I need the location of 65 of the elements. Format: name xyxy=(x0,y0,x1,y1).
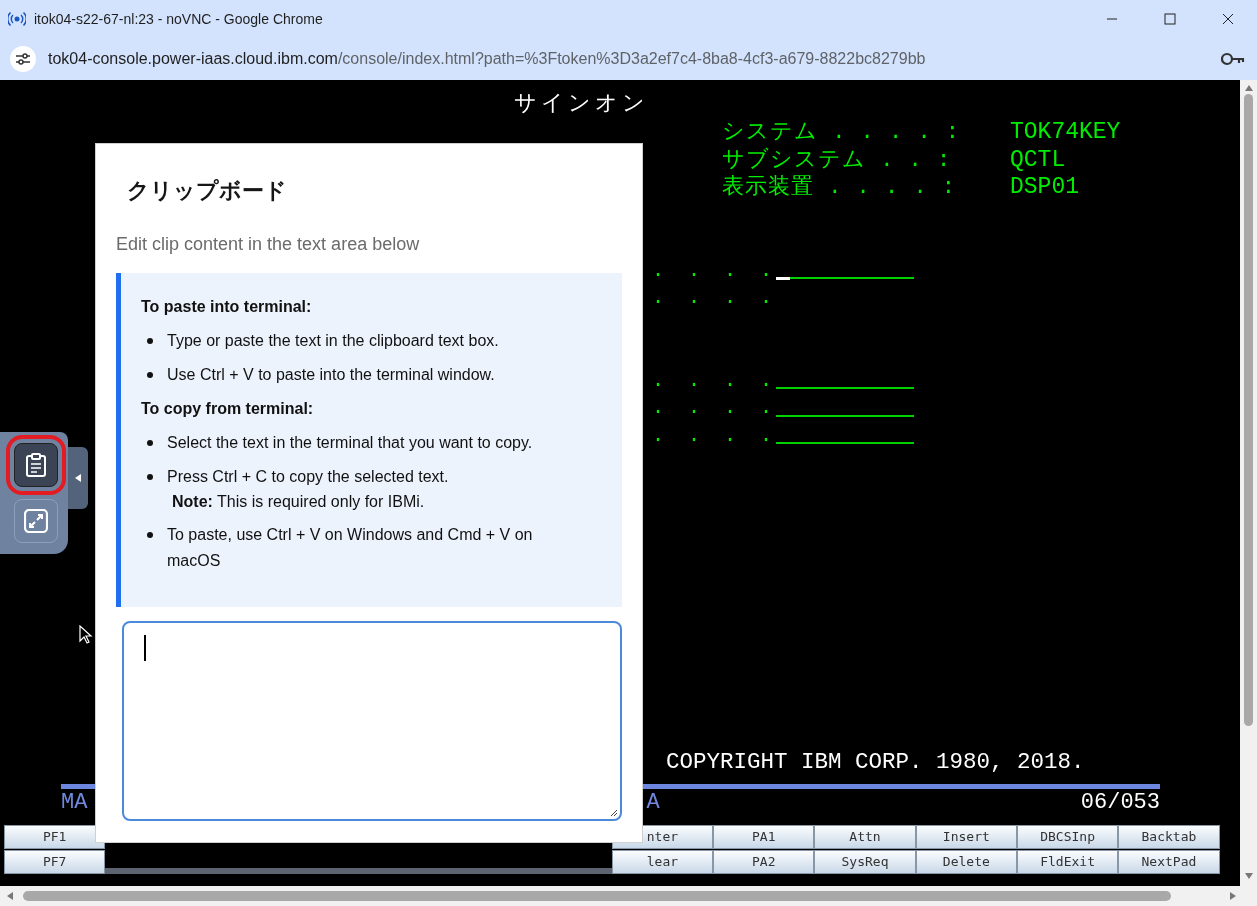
system-info-value: QCTL xyxy=(1010,146,1066,174)
system-info-label: システム . . . . : xyxy=(722,119,962,147)
terminal-key[interactable]: lear xyxy=(611,849,714,874)
leader-dots: . . . . xyxy=(652,395,776,421)
section-heading: To copy from terminal: xyxy=(141,399,315,419)
expand-icon xyxy=(24,509,48,533)
status-text: A xyxy=(646,790,660,815)
clipboard-text-area[interactable] xyxy=(122,621,622,821)
mouse-pointer-icon xyxy=(79,625,93,645)
window-title: itok04-s22-67-nl:23 - noVNC - Google Chrome xyxy=(34,11,324,27)
bullet-icon xyxy=(147,532,153,538)
terminal-key[interactable]: FldExit xyxy=(1016,849,1119,874)
scroll-right-icon[interactable] xyxy=(1229,891,1237,901)
terminal-key[interactable]: PA1 xyxy=(713,824,815,849)
leader-dots: . . . . xyxy=(652,367,776,394)
instruction-text: Use Ctrl + V to paste into the terminal window. xyxy=(167,365,496,385)
system-info-label: サブシステム . . : xyxy=(722,146,953,174)
leader-dots: . . . . xyxy=(652,285,776,311)
terminal-key[interactable]: PF1 xyxy=(4,824,106,849)
scrollbar-thumb[interactable] xyxy=(1244,94,1253,726)
resize-grip-icon[interactable] xyxy=(609,808,618,817)
site-settings-icon[interactable] xyxy=(10,46,36,72)
panel-handle[interactable] xyxy=(68,447,88,509)
scroll-up-icon[interactable] xyxy=(1243,84,1254,92)
screen-title: サインオン xyxy=(513,91,649,119)
bullet-icon xyxy=(147,440,153,446)
close-icon[interactable] xyxy=(1222,13,1234,25)
terminal-key[interactable]: Backtab xyxy=(1118,824,1220,849)
terminal-key[interactable]: Delete xyxy=(915,849,1017,874)
leader-dots: . . . . xyxy=(652,257,776,284)
instruction-text: Type or paste the text in the clipboard text box. xyxy=(167,331,500,351)
cursor-position: 06/053 xyxy=(1080,790,1160,815)
maximize-icon[interactable] xyxy=(1164,13,1176,25)
bullet-icon xyxy=(147,372,153,378)
clipboard-icon xyxy=(25,453,47,477)
bullet-icon xyxy=(147,338,153,344)
system-info-value: TOK74KEY xyxy=(1010,119,1121,147)
instruction-text: Press Ctrl + C to copy the selected text. xyxy=(167,467,450,487)
terminal-key[interactable]: DBCSInp xyxy=(1016,824,1119,849)
terminal-key[interactable]: Attn xyxy=(814,824,916,849)
scroll-down-icon[interactable] xyxy=(1243,872,1254,880)
bullet-icon xyxy=(147,474,153,480)
terminal-key[interactable]: PF7 xyxy=(4,849,106,874)
fullscreen-button[interactable] xyxy=(14,499,58,543)
status-text: MA xyxy=(61,790,88,815)
instruction-text: Select the text in the terminal that you want to copy. xyxy=(167,433,534,453)
section-heading: To paste into terminal: xyxy=(141,297,313,317)
terminal-key[interactable]: NextPad xyxy=(1118,849,1220,874)
dialog-subtitle: Edit clip content in the text area below xyxy=(116,233,421,256)
copyright-text: COPYRIGHT IBM CORP. 1980, 2018. xyxy=(665,749,1085,777)
key-icon[interactable] xyxy=(1221,52,1245,66)
dialog-title: クリップボード xyxy=(127,177,288,205)
terminal-key[interactable]: PA2 xyxy=(713,849,815,874)
instruction-text: To paste, use Ctrl + V on Windows and Cmd + V on macOS xyxy=(167,525,534,571)
leader-dots: . . . . xyxy=(652,422,776,449)
note-text: Note: This is required only for IBMi. xyxy=(171,492,426,512)
broadcast-icon xyxy=(8,10,26,28)
scroll-left-icon[interactable] xyxy=(6,891,14,901)
system-info-label: 表示装置 . . . . : xyxy=(722,174,958,202)
scrollbar-thumb[interactable] xyxy=(23,891,1171,901)
system-info-value: DSP01 xyxy=(1010,174,1079,202)
terminal-key[interactable]: SysReq xyxy=(814,849,916,874)
address-bar[interactable]: tok04-console.power-iaas.cloud.ibm.com/console/index.html?path=%3Ftoken%3D3a2ef7c4-8ba8-4cf3-a679-8822bc8279bb xyxy=(48,50,1221,68)
text-cursor xyxy=(144,635,146,661)
terminal-key[interactable]: Insert xyxy=(915,824,1017,849)
